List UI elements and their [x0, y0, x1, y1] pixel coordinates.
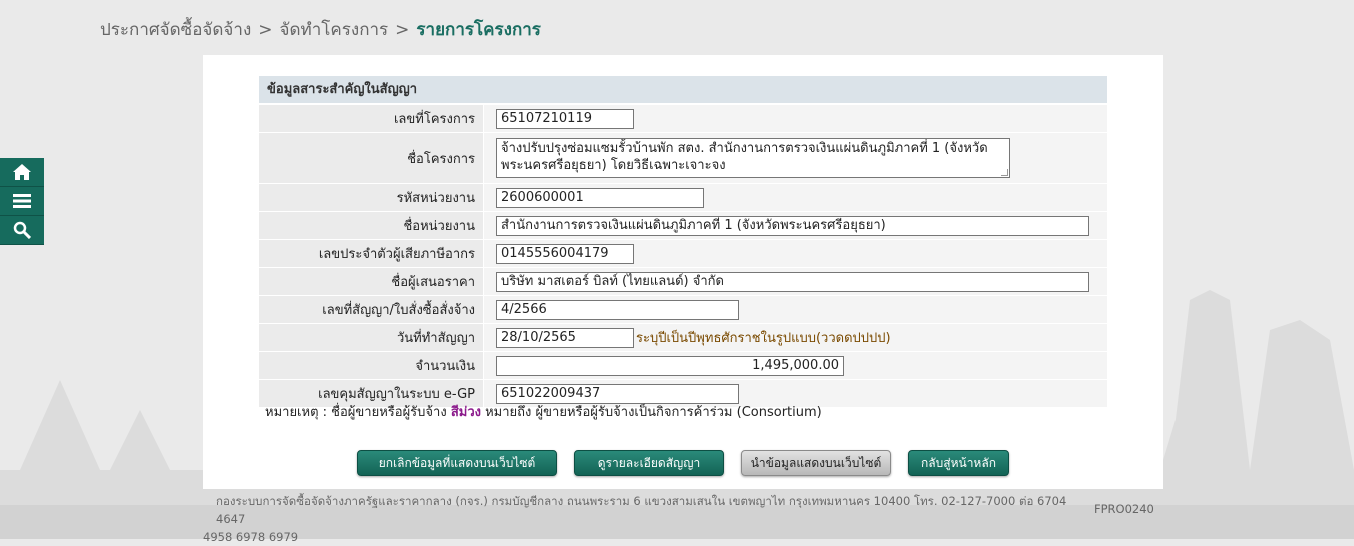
footer-phone-extensions: 4958 6978 6979: [203, 530, 299, 544]
publish-button[interactable]: นำข้อมูลแสดงบนเว็บไซต์: [741, 450, 891, 476]
cancel-display-button[interactable]: ยกเลิกข้อมูลที่แสดงบนเว็บไซต์: [357, 450, 557, 476]
back-home-button[interactable]: กลับสู่หน้าหลัก: [908, 450, 1009, 476]
footer: กองระบบการจัดซื้อจัดจ้างภาครัฐและราคากลา…: [203, 492, 1083, 546]
breadcrumb-current: รายการโครงการ: [416, 20, 541, 40]
breadcrumb: ประกาศจัดซื้อจัดจ้าง > จัดทำโครงการ > รายการ…: [100, 16, 541, 43]
agency-name-label: ชื่อหน่วยงาน: [403, 219, 475, 234]
form-code: FPRO0240: [1094, 502, 1154, 516]
amount-field[interactable]: 1,495,000.00: [496, 355, 844, 376]
note-prefix: หมายเหตุ : ชื่อผู้ขายหรือผู้รับจ้าง: [265, 405, 451, 420]
row-amount: จำนวนเงิน 1,495,000.00: [259, 351, 1107, 379]
row-project-no: เลขที่โครงการ 65107210119: [259, 104, 1107, 132]
amount-label: จำนวนเงิน: [415, 359, 475, 374]
contract-date-hint: ระบุปีเป็นปีพุทธศักราชในรูปแบบ(ววดดปปปป): [636, 331, 891, 346]
bidder-name-field[interactable]: บริษัท มาสเตอร์ บิลท์ (ไทยแลนด์) จำกัด: [496, 271, 1089, 292]
note-suffix: หมายถึง ผู้ขายหรือผู้รับจ้างเป็นกิจการค้…: [480, 405, 822, 420]
note-highlight: สีม่วง: [450, 405, 481, 420]
row-agency-name: ชื่อหน่วยงาน สำนักงานการตรวจเงินแผ่นดินภ…: [259, 211, 1107, 239]
menu-icon: [13, 194, 31, 208]
project-no-label: เลขที่โครงการ: [393, 112, 475, 127]
tax-id-field[interactable]: 0145556004179: [496, 243, 634, 264]
contract-no-label: เลขที่สัญญา/ใบสั่งซื้อสั่งจ้าง: [322, 303, 475, 318]
consortium-note: หมายเหตุ : ชื่อผู้ขายหรือผู้รับจ้าง สีม่…: [265, 401, 822, 422]
agency-name-field[interactable]: สำนักงานการตรวจเงินแผ่นดินภูมิภาคที่ 1 (…: [496, 215, 1089, 236]
row-contract-no: เลขที่สัญญา/ใบสั่งซื้อสั่งจ้าง 4/2566: [259, 295, 1107, 323]
contract-no-field[interactable]: 4/2566: [496, 299, 739, 320]
menu-button[interactable]: [0, 187, 44, 216]
bidder-name-label: ชื่อผู้เสนอราคา: [391, 275, 475, 290]
row-agency-code: รหัสหน่วยงาน 2600600001: [259, 183, 1107, 211]
footer-address: กองระบบการจัดซื้อจัดจ้างภาครัฐและราคากลา…: [216, 494, 1067, 526]
project-name-label: ชื่อโครงการ: [407, 151, 475, 167]
section-title: ข้อมูลสาระสำคัญในสัญญา: [259, 76, 1107, 103]
row-tax-id: เลขประจำตัวผู้เสียภาษีอากร 0145556004179: [259, 239, 1107, 267]
row-bidder-name: ชื่อผู้เสนอราคา บริษัท มาสเตอร์ บิลท์ (ไ…: [259, 267, 1107, 295]
agency-code-field[interactable]: 2600600001: [496, 187, 704, 208]
row-contract-date: วันที่ทำสัญญา 28/10/2565 ระบุปีเป็นปีพุท…: [259, 323, 1107, 351]
breadcrumb-separator: >: [258, 20, 273, 40]
home-button[interactable]: [0, 158, 44, 187]
contract-form: เลขที่โครงการ 65107210119 ชื่อโครงการ จ้…: [259, 104, 1107, 407]
action-buttons: ยกเลิกข้อมูลที่แสดงบนเว็บไซต์ ดูรายละเอี…: [203, 450, 1163, 476]
contract-date-field[interactable]: 28/10/2565: [496, 327, 634, 348]
agency-code-label: รหัสหน่วยงาน: [396, 191, 475, 206]
row-project-name: ชื่อโครงการ จ้างปรับปรุงซ่อมแซมรั้วบ้านพ…: [259, 132, 1107, 183]
breadcrumb-separator: >: [395, 20, 410, 40]
contract-date-label: วันที่ทำสัญญา: [396, 331, 475, 346]
project-name-textarea[interactable]: จ้างปรับปรุงซ่อมแซมรั้วบ้านพัก สตง. สำนั…: [496, 138, 1010, 178]
project-no-field[interactable]: 65107210119: [496, 108, 634, 129]
contract-info-panel: ข้อมูลสาระสำคัญในสัญญา เลขที่โครงการ 651…: [203, 55, 1163, 489]
breadcrumb-item-create-project[interactable]: จัดทำโครงการ: [280, 20, 389, 40]
search-icon: [13, 221, 31, 239]
search-button[interactable]: [0, 216, 44, 245]
side-nav: [0, 158, 44, 245]
tax-id-label: เลขประจำตัวผู้เสียภาษีอากร: [318, 247, 475, 262]
home-icon: [13, 164, 31, 180]
breadcrumb-item-procurement[interactable]: ประกาศจัดซื้อจัดจ้าง: [100, 20, 251, 40]
view-contract-button[interactable]: ดูรายละเอียดสัญญา: [574, 450, 724, 476]
